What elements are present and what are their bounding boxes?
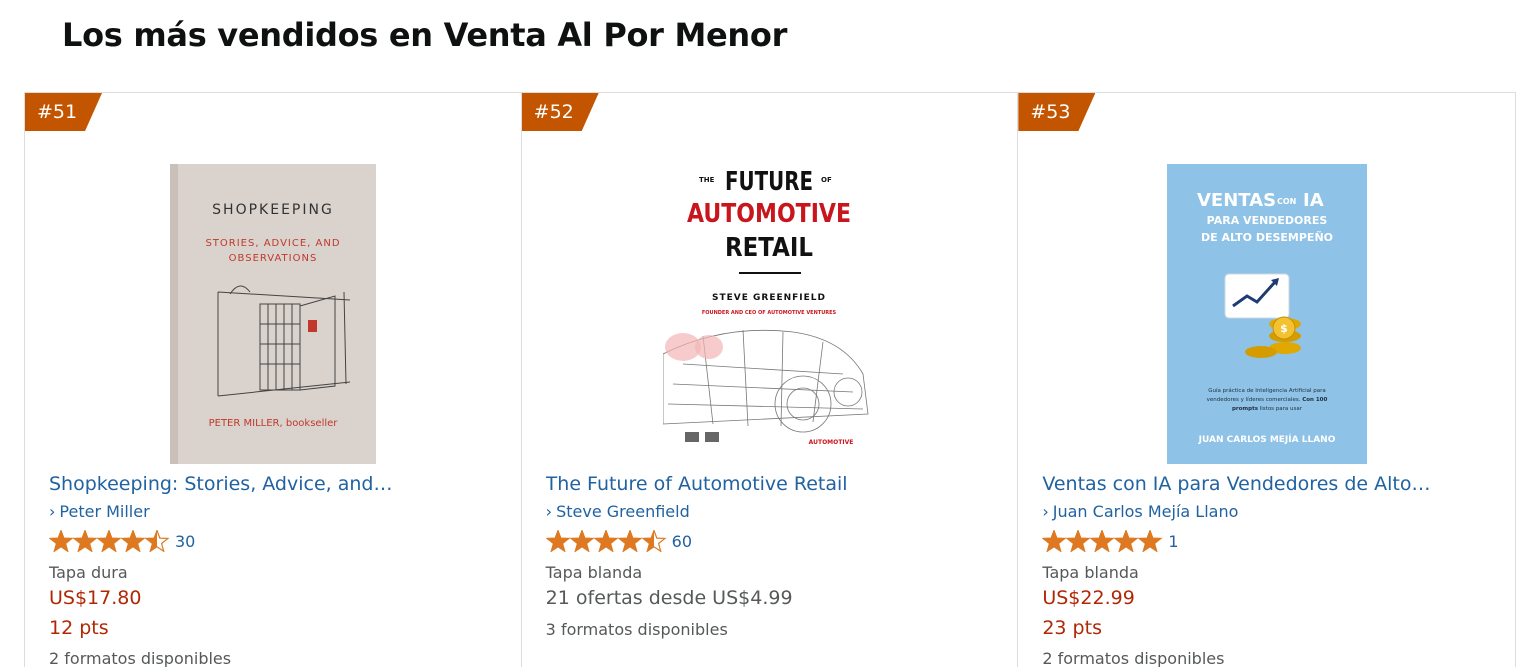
format-label: Tapa blanda	[1042, 563, 1139, 582]
svg-text:STORIES, ADVICE, AND: STORIES, ADVICE, AND	[205, 238, 340, 249]
book-cover-image[interactable]: THE FUTURE OF AUTOMOTIVE RETAIL STEVE GR…	[662, 164, 876, 464]
svg-text:VENTAS: VENTAS	[1197, 190, 1276, 211]
svg-text:STEVE GREENFIELD: STEVE GREENFIELD	[712, 293, 826, 303]
svg-text:AUTOMOTIVE: AUTOMOTIVE	[687, 199, 851, 229]
star-icon	[1137, 530, 1163, 552]
star-icon	[641, 530, 667, 552]
star-icon	[72, 530, 98, 552]
svg-text:RETAIL: RETAIL	[725, 233, 813, 263]
product-title-link[interactable]: Ventas con IA para Vendedores de Alto…	[1042, 473, 1442, 495]
book-cover-image[interactable]: VENTAS CON IA PARA VENDEDORES DE ALTO DE…	[1167, 164, 1368, 464]
bestseller-grid: #51 SHOPKEEPING STORIES, ADVICE, AND OBS…	[24, 92, 1516, 667]
book-cover-image[interactable]: SHOPKEEPING STORIES, ADVICE, AND OBSERVA…	[170, 164, 376, 464]
star-rating[interactable]: 30	[49, 530, 195, 552]
star-icon	[593, 530, 619, 552]
formats-available-link[interactable]: 3 formatos disponibles	[546, 620, 728, 639]
author-name: Juan Carlos Mejía Llano	[1052, 502, 1239, 521]
svg-text:CON: CON	[1277, 197, 1296, 206]
price: US$17.80	[49, 587, 142, 609]
star-rating[interactable]: 60	[545, 530, 693, 552]
product-title-link[interactable]: Shopkeeping: Stories, Advice, and…	[49, 473, 449, 495]
chevron-right-icon: ›	[1042, 502, 1049, 521]
rank-badge: #51	[25, 93, 102, 131]
star-rating-icon	[49, 530, 170, 552]
star-icon	[120, 530, 146, 552]
rating-count: 1	[1168, 531, 1179, 551]
svg-text:JUAN CARLOS MEJÍA LLANO: JUAN CARLOS MEJÍA LLANO	[1198, 433, 1336, 445]
author-name: Steve Greenfield	[556, 502, 690, 521]
svg-text:DE ALTO DESEMPEÑO: DE ALTO DESEMPEÑO	[1201, 231, 1333, 244]
svg-text:Guía práctica de Inteligencia: Guía práctica de Inteligencia Artificial…	[1209, 387, 1327, 394]
svg-text:FOUNDER AND CEO OF AUTOMOTIVE: FOUNDER AND CEO OF AUTOMOTIVE VENTURES	[702, 310, 837, 316]
rank-badge: #52	[521, 93, 599, 131]
rating-count: 30	[175, 531, 196, 551]
formats-available-link[interactable]: 2 formatos disponibles	[1042, 649, 1224, 667]
star-icon	[96, 530, 122, 552]
star-icon	[49, 530, 74, 552]
svg-text:OBSERVATIONS: OBSERVATIONS	[229, 253, 318, 264]
svg-text:IA: IA	[1303, 190, 1324, 211]
svg-text:$: $	[1281, 322, 1289, 335]
star-icon	[144, 530, 170, 552]
cover-title: SHOPKEEPING	[212, 202, 334, 218]
formats-available-link[interactable]: 2 formatos disponibles	[49, 649, 231, 667]
author-link[interactable]: › Steve Greenfield	[546, 502, 690, 521]
svg-text:OF: OF	[821, 176, 832, 184]
star-icon	[1089, 530, 1115, 552]
product-card: #51 SHOPKEEPING STORIES, ADVICE, AND OBS…	[25, 93, 522, 667]
points: 12 pts	[49, 617, 109, 639]
chevron-right-icon: ›	[545, 502, 553, 521]
star-rating-icon	[1042, 530, 1163, 552]
page-title: Los más vendidos en Venta Al Por Menor	[62, 16, 788, 54]
product-title-link[interactable]: The Future of Automotive Retail	[546, 473, 946, 495]
format-label: Tapa dura	[49, 563, 128, 582]
svg-text:prompts listos para usar: prompts listos para usar	[1232, 406, 1303, 412]
chevron-right-icon: ›	[49, 502, 56, 521]
rating-count: 60	[671, 531, 693, 551]
product-card: #53 VENTAS CON IA PARA VENDEDORES DE ALT…	[1018, 93, 1515, 667]
star-rating[interactable]: 1	[1042, 530, 1179, 552]
product-card: #52 THE FUTURE OF AUTOMOTIVE RETAIL STEV…	[521, 93, 1019, 667]
author-link[interactable]: › Juan Carlos Mejía Llano	[1042, 502, 1238, 521]
author-name: Peter Miller	[59, 502, 150, 521]
star-icon	[617, 530, 643, 552]
points: 23 pts	[1042, 617, 1102, 639]
svg-text:PETER MILLER, bookseller: PETER MILLER, bookseller	[209, 418, 339, 429]
star-icon	[569, 530, 595, 552]
star-icon	[545, 530, 571, 552]
svg-text:AUTOMOTIVE: AUTOMOTIVE	[808, 439, 853, 446]
svg-text:FUTURE: FUTURE	[725, 167, 813, 197]
star-icon	[1042, 530, 1067, 552]
format-label: Tapa blanda	[545, 563, 643, 582]
star-rating-icon	[545, 530, 667, 552]
price: US$22.99	[1042, 587, 1135, 609]
offers-link[interactable]: 21 ofertas desde US$4.99	[546, 587, 793, 609]
star-icon	[1113, 530, 1139, 552]
star-icon	[1065, 530, 1091, 552]
rank-badge: #53	[1018, 93, 1096, 131]
author-link[interactable]: › Peter Miller	[49, 502, 150, 521]
svg-text:PARA VENDEDORES: PARA VENDEDORES	[1207, 214, 1328, 227]
svg-text:vendedores y líderes comercial: vendedores y líderes comerciales. Con 10…	[1207, 396, 1328, 403]
svg-text:THE: THE	[699, 176, 715, 184]
